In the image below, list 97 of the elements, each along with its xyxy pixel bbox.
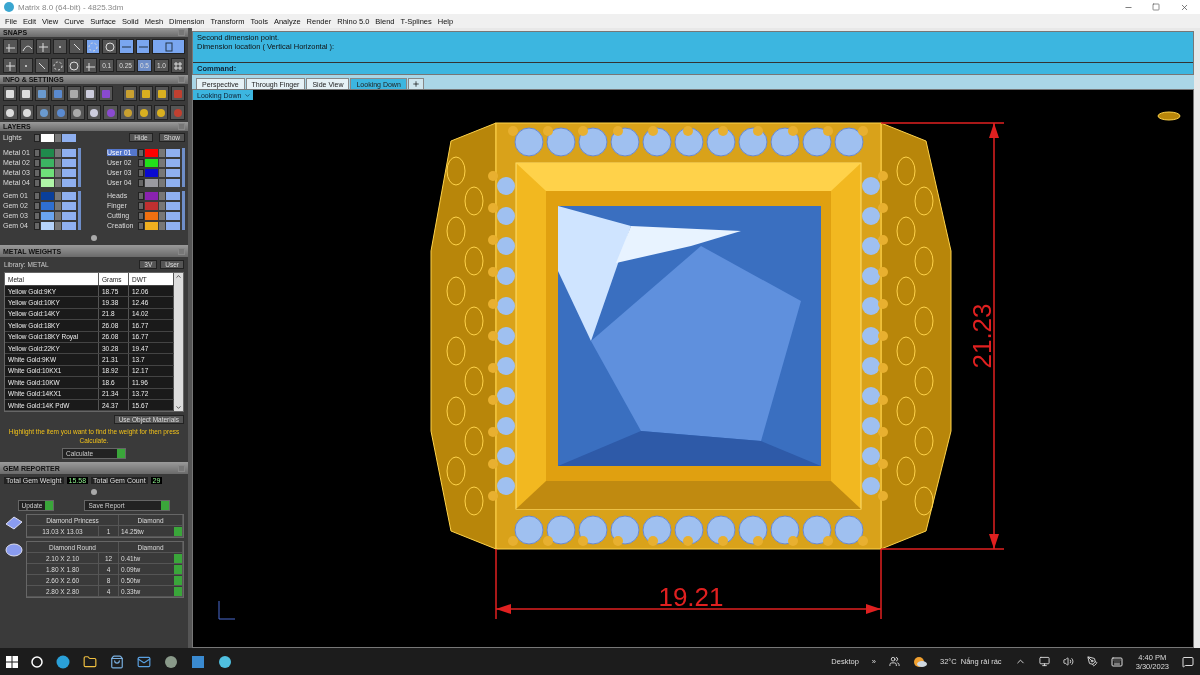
volume-icon[interactable] [1062, 656, 1074, 667]
snap-tool-icon[interactable] [51, 58, 66, 73]
visibility-toggle[interactable] [166, 191, 180, 200]
settings-tool-icon[interactable] [69, 105, 85, 120]
snap-tool-icon[interactable] [35, 58, 50, 73]
layer-color-swatch[interactable] [41, 211, 54, 220]
expand-handle[interactable] [91, 235, 97, 241]
layer-color-swatch[interactable] [41, 148, 54, 157]
add-tab-button[interactable] [407, 78, 424, 89]
visibility-toggle[interactable] [62, 221, 76, 230]
visibility-toggle[interactable] [62, 191, 76, 200]
axis-icon [218, 600, 236, 620]
layer-color-swatch[interactable] [41, 201, 54, 210]
weather-icon[interactable] [913, 655, 927, 668]
windows-start-icon[interactable] [6, 655, 18, 668]
keyboard-icon[interactable] [1110, 655, 1123, 668]
browser-icon[interactable] [56, 654, 70, 669]
settings-tool-icon[interactable] [136, 105, 152, 120]
visibility-toggle[interactable] [62, 148, 76, 157]
app-icon[interactable] [191, 654, 205, 669]
layer-color-swatch[interactable] [145, 191, 158, 200]
layer-color-swatch[interactable] [145, 221, 158, 230]
settings-tool-icon[interactable] [139, 86, 153, 101]
app-logo-icon [4, 2, 14, 12]
settings-tool-icon[interactable] [83, 86, 97, 101]
snap-tool-icon[interactable] [36, 39, 51, 54]
app-icon[interactable] [218, 654, 232, 669]
layer-color-swatch[interactable] [41, 178, 54, 187]
visibility-toggle[interactable] [166, 201, 180, 210]
settings-tool-icon[interactable] [153, 105, 169, 120]
close-icon[interactable] [1179, 2, 1189, 12]
snap-tool-icon[interactable] [135, 39, 151, 54]
scroll-down-icon[interactable] [175, 404, 182, 412]
snap-tool-icon[interactable] [19, 39, 35, 54]
pen-icon[interactable] [1086, 656, 1098, 667]
snap-tool-icon[interactable] [118, 39, 134, 54]
snap-tool-icon[interactable] [3, 58, 18, 73]
visibility-toggle[interactable] [166, 168, 180, 177]
store-icon[interactable] [110, 654, 124, 669]
layer-color-swatch[interactable] [41, 133, 54, 142]
app-icon[interactable] [164, 654, 178, 669]
layer-color-swatch[interactable] [41, 221, 54, 230]
visibility-toggle[interactable] [62, 211, 76, 220]
settings-tool-icon[interactable] [19, 105, 35, 120]
settings-tool-icon[interactable] [155, 86, 169, 101]
layer-color-swatch[interactable] [41, 168, 54, 177]
settings-tool-icon[interactable] [19, 86, 33, 101]
settings-tool-icon[interactable] [3, 86, 17, 101]
settings-tool-icon[interactable] [86, 105, 102, 120]
settings-tool-icon[interactable] [120, 105, 135, 120]
notification-icon[interactable] [1182, 655, 1194, 668]
layer-color-swatch[interactable] [145, 168, 158, 177]
play-icon[interactable] [174, 526, 182, 536]
visibility-toggle[interactable] [166, 221, 180, 230]
round-gem-icon [4, 541, 24, 560]
visibility-toggle[interactable] [62, 178, 76, 187]
snap-mode-icon[interactable] [152, 39, 185, 54]
snap-tool-icon[interactable] [83, 58, 98, 73]
visibility-toggle[interactable] [62, 201, 76, 210]
visibility-toggle[interactable] [166, 148, 180, 157]
layer-color-swatch[interactable] [145, 211, 158, 220]
network-icon[interactable] [1038, 656, 1050, 667]
visibility-toggle[interactable] [166, 158, 180, 167]
scrollbar[interactable] [174, 273, 183, 412]
visibility-toggle[interactable] [62, 168, 76, 177]
window-title: Matrix 8.0 (64-bit) - 4825.3dm [18, 2, 125, 12]
visibility-toggle[interactable] [166, 211, 180, 220]
scroll-up-icon[interactable] [175, 273, 182, 280]
folder-icon[interactable] [83, 654, 97, 669]
layer-color-swatch[interactable] [41, 191, 54, 200]
search-icon[interactable] [31, 655, 43, 668]
visibility-toggle[interactable] [62, 158, 76, 167]
snap-tool-icon[interactable] [102, 39, 117, 54]
layer-color-swatch[interactable] [145, 148, 158, 157]
settings-tool-icon[interactable] [67, 86, 81, 101]
snap-tool-icon[interactable] [85, 39, 101, 54]
layer-color-swatch[interactable] [145, 201, 158, 210]
plus-icon[interactable] [411, 80, 420, 88]
ring-thumbnail-icon [1157, 111, 1181, 121]
snap-tool-icon[interactable] [3, 39, 18, 54]
layer-color-swatch[interactable] [41, 158, 54, 167]
dimension-label: 19.21 [658, 582, 724, 612]
settings-tool-icon[interactable] [123, 86, 137, 101]
mail-icon[interactable] [137, 654, 151, 669]
people-icon[interactable] [889, 656, 900, 667]
snap-tool-icon[interactable] [67, 58, 82, 73]
dimension-label: 21.23 [967, 303, 997, 369]
layer-color-swatch[interactable] [145, 158, 158, 167]
layer-color-swatch[interactable] [145, 178, 158, 187]
settings-tool-icon[interactable] [36, 105, 52, 120]
settings-tool-icon[interactable] [3, 105, 18, 120]
snap-tool-icon[interactable] [69, 39, 84, 54]
settings-tool-icon[interactable] [35, 86, 49, 101]
expand-handle[interactable] [91, 489, 97, 496]
grid-icon[interactable] [171, 58, 185, 73]
visibility-toggle[interactable] [62, 133, 76, 142]
visibility-toggle[interactable] [166, 178, 180, 187]
